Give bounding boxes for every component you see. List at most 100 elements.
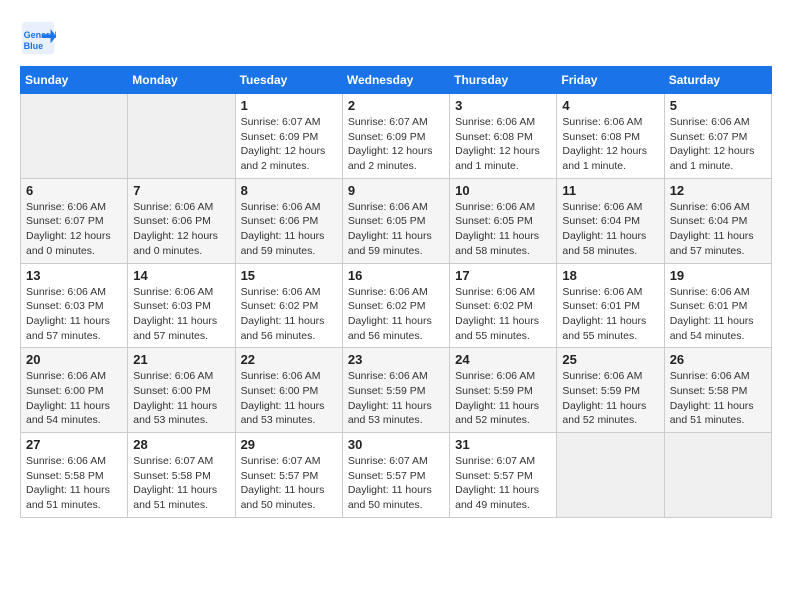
day-detail: Sunrise: 6:06 AMSunset: 5:58 PMDaylight:… — [670, 369, 766, 428]
day-number: 6 — [26, 183, 122, 198]
calendar-cell: 2Sunrise: 6:07 AMSunset: 6:09 PMDaylight… — [342, 94, 449, 179]
logo: General Blue — [20, 20, 62, 56]
day-number: 12 — [670, 183, 766, 198]
header-tuesday: Tuesday — [235, 67, 342, 94]
day-number: 16 — [348, 268, 444, 283]
calendar-cell: 30Sunrise: 6:07 AMSunset: 5:57 PMDayligh… — [342, 433, 449, 518]
day-number: 3 — [455, 98, 551, 113]
logo-icon: General Blue — [20, 20, 56, 56]
day-detail: Sunrise: 6:06 AMSunset: 5:59 PMDaylight:… — [562, 369, 658, 428]
calendar-cell: 25 Sunrise: 6:06 AMSunset: 5:59 PMDayligh… — [557, 348, 664, 433]
calendar-cell — [21, 94, 128, 179]
calendar-cell — [664, 433, 771, 518]
day-number: 5 — [670, 98, 766, 113]
day-detail: Sunrise: 6:06 AMSunset: 6:06 PMDaylight:… — [133, 200, 229, 259]
calendar-cell: 5 Sunrise: 6:06 AMSunset: 6:07 PMDaylight… — [664, 94, 771, 179]
calendar-cell — [128, 94, 235, 179]
day-detail: Sunrise: 6:06 AMSunset: 6:02 PMDaylight:… — [455, 285, 551, 344]
calendar-cell: 8 Sunrise: 6:06 AMSunset: 6:06 PMDaylight… — [235, 178, 342, 263]
header-monday: Monday — [128, 67, 235, 94]
day-number: 10 — [455, 183, 551, 198]
calendar-body: 1 Sunrise: 6:07 AMSunset: 6:09 PMDaylight… — [21, 94, 772, 518]
day-number: 17 — [455, 268, 551, 283]
day-detail: Sunrise: 6:07 AMSunset: 5:57 PMDaylight:… — [455, 454, 551, 513]
day-detail: Sunrise: 6:07 AMSunset: 5:57 PMDaylight:… — [348, 454, 444, 513]
header-friday: Friday — [557, 67, 664, 94]
day-detail: Sunrise: 6:06 AMSunset: 6:02 PMDaylight:… — [241, 285, 337, 344]
day-detail: Sunrise: 6:06 AMSunset: 6:00 PMDaylight:… — [133, 369, 229, 428]
day-number: 29 — [241, 437, 337, 452]
day-number: 9 — [348, 183, 444, 198]
calendar-cell: 20 Sunrise: 6:06 AMSunset: 6:00 PMDayligh… — [21, 348, 128, 433]
day-number: 24 — [455, 352, 551, 367]
calendar-cell: 26 Sunrise: 6:06 AMSunset: 5:58 PMDayligh… — [664, 348, 771, 433]
header-row: SundayMondayTuesdayWednesdayThursdayFrid… — [21, 67, 772, 94]
day-number: 21 — [133, 352, 229, 367]
calendar-cell: 15 Sunrise: 6:06 AMSunset: 6:02 PMDayligh… — [235, 263, 342, 348]
calendar-cell — [557, 433, 664, 518]
header-thursday: Thursday — [450, 67, 557, 94]
day-detail: Sunrise: 6:06 AMSunset: 6:04 PMDaylight:… — [670, 200, 766, 259]
day-number: 13 — [26, 268, 122, 283]
calendar-cell: 9 Sunrise: 6:06 AMSunset: 6:05 PMDaylight… — [342, 178, 449, 263]
day-detail: Sunrise: 6:06 AMSunset: 6:07 PMDaylight:… — [26, 200, 122, 259]
day-detail: Sunrise: 6:06 AMSunset: 6:08 PMDaylight:… — [562, 115, 658, 174]
calendar-cell: 10Sunrise: 6:06 AMSunset: 6:05 PMDayligh… — [450, 178, 557, 263]
day-detail: Sunrise: 6:06 AMSunset: 5:58 PMDaylight:… — [26, 454, 122, 513]
header-wednesday: Wednesday — [342, 67, 449, 94]
calendar-cell: 31 Sunrise: 6:07 AMSunset: 5:57 PMDayligh… — [450, 433, 557, 518]
day-number: 11 — [562, 183, 658, 198]
calendar-cell: 29 Sunrise: 6:07 AMSunset: 5:57 PMDayligh… — [235, 433, 342, 518]
day-detail: Sunrise: 6:07 AMSunset: 5:58 PMDaylight:… — [133, 454, 229, 513]
day-number: 7 — [133, 183, 229, 198]
calendar-cell: 18Sunrise: 6:06 AMSunset: 6:01 PMDayligh… — [557, 263, 664, 348]
calendar-cell: 3 Sunrise: 6:06 AMSunset: 6:08 PMDaylight… — [450, 94, 557, 179]
day-number: 1 — [241, 98, 337, 113]
calendar-week-3: 13 Sunrise: 6:06 AMSunset: 6:03 PMDayligh… — [21, 263, 772, 348]
calendar-cell: 27Sunrise: 6:06 AMSunset: 5:58 PMDayligh… — [21, 433, 128, 518]
day-detail: Sunrise: 6:06 AMSunset: 5:59 PMDaylight:… — [348, 369, 444, 428]
day-number: 4 — [562, 98, 658, 113]
day-detail: Sunrise: 6:07 AMSunset: 6:09 PMDaylight:… — [241, 115, 337, 174]
day-number: 8 — [241, 183, 337, 198]
day-number: 31 — [455, 437, 551, 452]
day-detail: Sunrise: 6:06 AMSunset: 6:03 PMDaylight:… — [26, 285, 122, 344]
day-number: 25 — [562, 352, 658, 367]
day-number: 22 — [241, 352, 337, 367]
day-number: 15 — [241, 268, 337, 283]
calendar-cell: 11 Sunrise: 6:06 AMSunset: 6:04 PMDayligh… — [557, 178, 664, 263]
svg-text:Blue: Blue — [24, 41, 44, 51]
day-number: 26 — [670, 352, 766, 367]
day-detail: Sunrise: 6:06 AMSunset: 6:00 PMDaylight:… — [241, 369, 337, 428]
day-number: 28 — [133, 437, 229, 452]
day-number: 18 — [562, 268, 658, 283]
calendar-cell: 21 Sunrise: 6:06 AMSunset: 6:00 PMDayligh… — [128, 348, 235, 433]
calendar-cell: 16Sunrise: 6:06 AMSunset: 6:02 PMDayligh… — [342, 263, 449, 348]
calendar-cell: 22 Sunrise: 6:06 AMSunset: 6:00 PMDayligh… — [235, 348, 342, 433]
day-detail: Sunrise: 6:06 AMSunset: 6:05 PMDaylight:… — [348, 200, 444, 259]
day-detail: Sunrise: 6:06 AMSunset: 6:04 PMDaylight:… — [562, 200, 658, 259]
calendar-cell: 28 Sunrise: 6:07 AMSunset: 5:58 PMDayligh… — [128, 433, 235, 518]
calendar-cell: 17 Sunrise: 6:06 AMSunset: 6:02 PMDayligh… — [450, 263, 557, 348]
day-detail: Sunrise: 6:07 AMSunset: 5:57 PMDaylight:… — [241, 454, 337, 513]
calendar-table: SundayMondayTuesdayWednesdayThursdayFrid… — [20, 66, 772, 518]
header-saturday: Saturday — [664, 67, 771, 94]
calendar-cell: 23 Sunrise: 6:06 AMSunset: 5:59 PMDayligh… — [342, 348, 449, 433]
day-detail: Sunrise: 6:06 AMSunset: 6:08 PMDaylight:… — [455, 115, 551, 174]
calendar-cell: 4 Sunrise: 6:06 AMSunset: 6:08 PMDaylight… — [557, 94, 664, 179]
calendar-cell: 1 Sunrise: 6:07 AMSunset: 6:09 PMDaylight… — [235, 94, 342, 179]
calendar-header: SundayMondayTuesdayWednesdayThursdayFrid… — [21, 67, 772, 94]
calendar-cell: 14Sunrise: 6:06 AMSunset: 6:03 PMDayligh… — [128, 263, 235, 348]
page-header: General Blue — [20, 20, 772, 56]
calendar-cell: 6 Sunrise: 6:06 AMSunset: 6:07 PMDaylight… — [21, 178, 128, 263]
calendar-week-5: 27Sunrise: 6:06 AMSunset: 5:58 PMDayligh… — [21, 433, 772, 518]
calendar-cell: 24Sunrise: 6:06 AMSunset: 5:59 PMDayligh… — [450, 348, 557, 433]
day-detail: Sunrise: 6:07 AMSunset: 6:09 PMDaylight:… — [348, 115, 444, 174]
day-number: 14 — [133, 268, 229, 283]
calendar-cell: 7 Sunrise: 6:06 AMSunset: 6:06 PMDaylight… — [128, 178, 235, 263]
day-detail: Sunrise: 6:06 AMSunset: 6:06 PMDaylight:… — [241, 200, 337, 259]
day-detail: Sunrise: 6:06 AMSunset: 6:07 PMDaylight:… — [670, 115, 766, 174]
day-detail: Sunrise: 6:06 AMSunset: 6:00 PMDaylight:… — [26, 369, 122, 428]
day-number: 20 — [26, 352, 122, 367]
day-number: 23 — [348, 352, 444, 367]
